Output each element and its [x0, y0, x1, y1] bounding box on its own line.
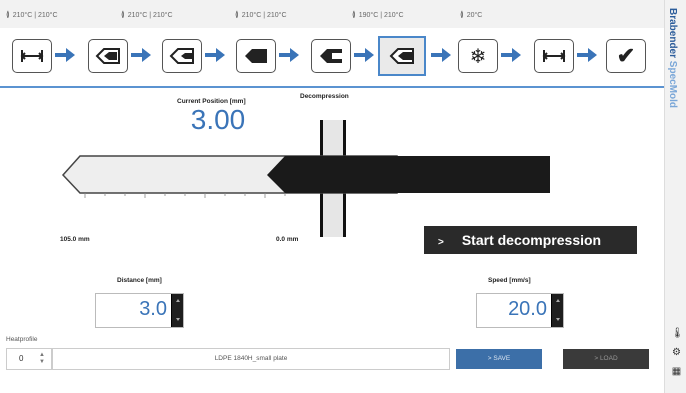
- profile-name-field[interactable]: LDPE 1840H_small plate: [52, 348, 450, 370]
- app-frame: ≬ 210°C | 210°C ≬ 210°C | 210°C ≬ 210°C | 2…: [0, 0, 686, 393]
- step-cooling-button[interactable]: ❄: [458, 39, 498, 73]
- heater-icon: ≬: [235, 10, 239, 19]
- temp-zone-2: ≬ 210°C | 210°C: [121, 10, 173, 19]
- arrow-right-icon: [501, 48, 521, 62]
- screw-shape: [267, 156, 550, 193]
- heater-icon: ≬: [6, 10, 10, 19]
- brand-sidebar: Brabender SpecMold 🌡 ⚙ ▦: [664, 0, 686, 393]
- heater-icon: ≬: [460, 10, 464, 19]
- distance-label: Distance [mm]: [117, 277, 162, 284]
- brand-logo: Brabender SpecMold: [667, 8, 678, 109]
- arrow-right-icon: [431, 48, 451, 62]
- save-button[interactable]: > SAVE: [456, 349, 542, 369]
- step-bar: ❄ ✔: [0, 28, 664, 88]
- settings-icon[interactable]: ⚙: [671, 347, 682, 358]
- load-button[interactable]: > LOAD: [563, 349, 649, 369]
- scale-left-label: 105.0 mm: [60, 236, 90, 243]
- step-screw-button[interactable]: [311, 39, 351, 73]
- step-holding-button[interactable]: [162, 39, 202, 73]
- arrow-right-icon: [354, 48, 374, 62]
- start-decompression-button[interactable]: > Start decompression: [424, 226, 637, 254]
- temp-zone-3: ≬ 210°C | 210°C: [235, 10, 287, 19]
- distance-value: 3.0: [139, 298, 167, 320]
- distance-icon: [542, 50, 566, 62]
- arrow-right-icon: [577, 48, 597, 62]
- step-distance-button[interactable]: [12, 39, 52, 73]
- step-injection-button[interactable]: [88, 39, 128, 73]
- arrow-right-icon: [55, 48, 75, 62]
- temp-zone-5: ≬ 20°C: [460, 10, 483, 19]
- arrow-right-icon: [279, 48, 299, 62]
- grid-icon[interactable]: ▦: [671, 366, 682, 377]
- arrow-right-icon: [205, 48, 225, 62]
- holding-pressure-icon: [169, 48, 194, 64]
- temp-zone-1: ≬ 210°C | 210°C: [6, 10, 58, 19]
- temperature-bar: ≬ 210°C | 210°C ≬ 210°C | 210°C ≬ 210°C | 2…: [0, 0, 664, 28]
- plasticizing-icon: [245, 49, 267, 63]
- distance-stepper[interactable]: [171, 294, 183, 327]
- step-done-button[interactable]: ✔: [606, 39, 646, 73]
- profile-number-select[interactable]: 0 ▲ ▼: [6, 348, 52, 370]
- step-plasticizing-button[interactable]: [236, 39, 276, 73]
- step-decompression-button[interactable]: [378, 36, 426, 76]
- distance-icon: [20, 50, 44, 62]
- scale-right-label: 0.0 mm: [276, 236, 299, 243]
- screw-retract-icon: [320, 49, 342, 63]
- speed-stepper[interactable]: [551, 294, 563, 327]
- section-title: Decompression: [300, 93, 349, 100]
- temp-zone-4: ≬ 190°C | 210°C: [352, 10, 404, 19]
- speed-value: 20.0: [508, 298, 547, 320]
- distance-input[interactable]: 3.0: [95, 293, 184, 328]
- thermometer-icon[interactable]: 🌡: [671, 328, 684, 339]
- injection-icon: [95, 48, 120, 64]
- updown-icon: ▲ ▼: [39, 352, 45, 365]
- step-open-button[interactable]: [534, 39, 574, 73]
- speed-input[interactable]: 20.0: [476, 293, 564, 328]
- speed-label: Speed [mm/s]: [488, 277, 531, 284]
- checkmark-icon: ✔: [616, 43, 636, 68]
- arrow-right-icon: [131, 48, 151, 62]
- snowflake-icon: ❄: [469, 45, 487, 68]
- profile-bar: 0 ▲ ▼ LDPE 1840H_small plate > SAVE > LOA…: [0, 340, 664, 372]
- heater-icon: ≬: [352, 10, 356, 19]
- decompression-icon: [389, 48, 414, 64]
- heater-icon: ≬: [121, 10, 125, 19]
- screw-graphic: [61, 120, 550, 237]
